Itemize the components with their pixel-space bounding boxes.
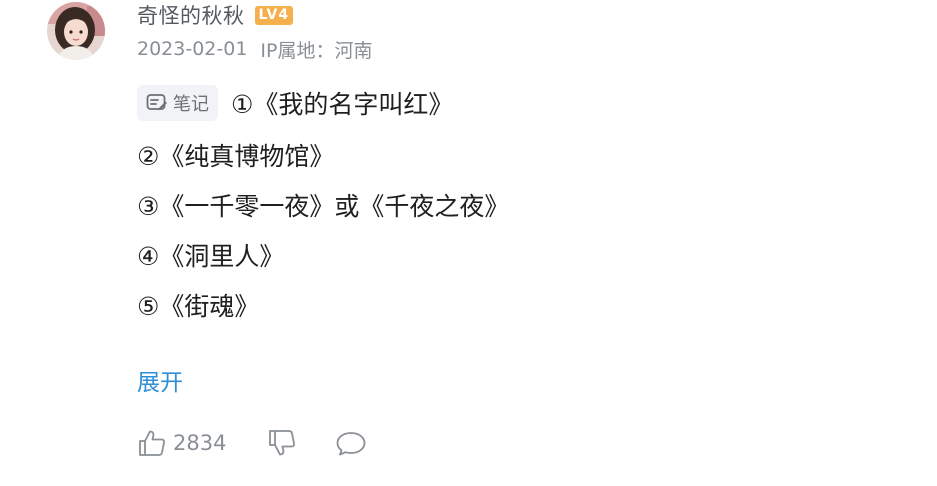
like-button[interactable]: 2834 bbox=[137, 428, 226, 458]
level-badge: LV4 bbox=[254, 5, 294, 25]
expand-link[interactable]: 展开 bbox=[137, 362, 183, 398]
note-icon bbox=[146, 94, 167, 110]
username[interactable]: 奇怪的秋秋 bbox=[137, 0, 245, 30]
comment-line-text: ③《一千零一夜》或《千夜之夜》 bbox=[137, 192, 510, 221]
note-tag-label: 笔记 bbox=[173, 94, 209, 115]
comment-line-text: ⑤《街魂》 bbox=[137, 292, 260, 321]
comment-line-text: ②《纯真博物馆》 bbox=[137, 142, 335, 171]
comment-meta: 2023-02-01 IP属地：河南 bbox=[137, 34, 372, 64]
thumbs-down-icon bbox=[269, 430, 296, 456]
comment-line-1: 笔记 ①《我的名字叫红》 bbox=[137, 81, 453, 125]
note-tag[interactable]: 笔记 bbox=[137, 85, 218, 121]
comment-line-text: ④《洞里人》 bbox=[137, 242, 285, 271]
comment-line-5: ⑤《街魂》 bbox=[137, 283, 259, 327]
comment-line-2: ②《纯真博物馆》 bbox=[137, 133, 334, 177]
dislike-button[interactable] bbox=[267, 428, 297, 458]
ip-location: IP属地：河南 bbox=[260, 39, 373, 62]
like-count: 2834 bbox=[173, 431, 227, 455]
username-row: 奇怪的秋秋 LV4 bbox=[137, 0, 294, 30]
comment-line-4: ④《洞里人》 bbox=[137, 233, 284, 277]
comment-actions: 2834 bbox=[137, 424, 367, 462]
comment-bubble-icon bbox=[337, 432, 366, 456]
user-avatar[interactable] bbox=[47, 2, 105, 60]
thumbs-up-icon bbox=[139, 430, 165, 456]
comment-line-3: ③《一千零一夜》或《千夜之夜》 bbox=[137, 183, 509, 227]
comment-date: 2023-02-01 bbox=[137, 38, 248, 60]
reply-button[interactable] bbox=[335, 428, 367, 458]
comment-line-text: ①《我的名字叫红》 bbox=[231, 90, 454, 119]
